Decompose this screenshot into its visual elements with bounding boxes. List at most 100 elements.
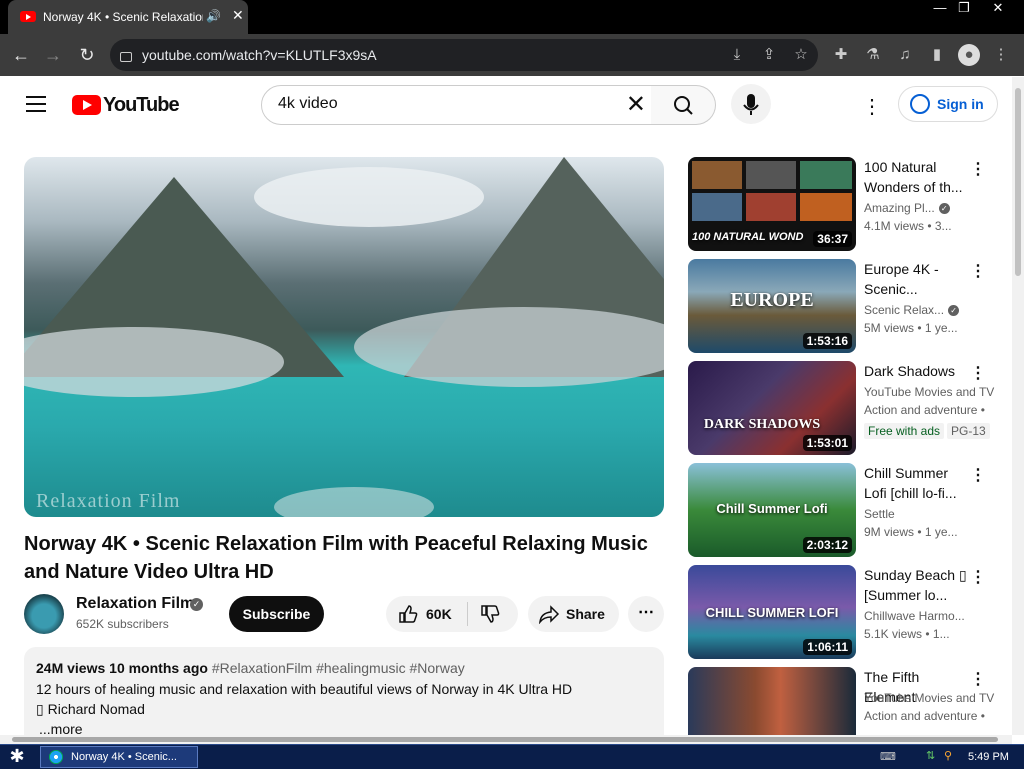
- settings-kebab-icon[interactable]: ⋮: [862, 94, 882, 119]
- related-video[interactable]: 100 NATURAL WOND 36:37 100 Natural Wonde…: [688, 157, 1000, 251]
- video-thumbnail[interactable]: DARK SHADOWS 1:53:01: [688, 361, 856, 455]
- video-thumbnail[interactable]: [688, 667, 856, 735]
- system-tray: ⌨ ⇅ ⚲ 5:49 PM: [872, 746, 1024, 768]
- related-channel[interactable]: YouTube Movies and TV: [864, 385, 1000, 399]
- video-thumbnail[interactable]: Chill Summer Lofi 2:03:12: [688, 463, 856, 557]
- subscribe-button[interactable]: Subscribe: [229, 596, 324, 632]
- browser-icon: [49, 750, 63, 764]
- related-channel[interactable]: Chillwave Harmo...: [864, 609, 1000, 623]
- profile-icon[interactable]: ●: [958, 44, 980, 66]
- related-video[interactable]: DARK SHADOWS 1:53:01 Dark Shadows YouTub…: [688, 361, 1000, 455]
- close-tab-icon[interactable]: ✕: [232, 7, 244, 24]
- speaker-icon[interactable]: 🔊: [206, 9, 221, 23]
- related-channel[interactable]: YouTube Movies and TV: [864, 691, 1000, 705]
- hamburger-menu-icon[interactable]: [26, 96, 46, 112]
- related-video[interactable]: EUROPE 1:53:16 Europe 4K - Scenic... Sce…: [688, 259, 1000, 353]
- video-duration: 1:53:16: [802, 333, 852, 349]
- taskbar-window-item[interactable]: Norway 4K • Scenic...: [40, 746, 198, 768]
- video-thumbnail[interactable]: EUROPE 1:53:16: [688, 259, 856, 353]
- window-close-icon[interactable]: ✕: [982, 0, 1014, 18]
- related-channel[interactable]: Settle: [864, 507, 1000, 521]
- description-box[interactable]: 24M views 10 months ago #RelaxationFilm …: [24, 647, 664, 737]
- search-tray-icon[interactable]: ⚲: [944, 749, 952, 762]
- related-stats: Action and adventure •: [864, 709, 985, 723]
- horizontal-scrollbar-thumb[interactable]: [12, 737, 998, 742]
- description-line: ▯ Richard Nomad: [36, 701, 145, 717]
- verified-badge-icon: ✓: [190, 598, 203, 611]
- account-icon: [910, 94, 930, 114]
- video-duration: 1:53:01: [802, 435, 852, 451]
- share-arrow-icon: [539, 605, 560, 624]
- related-channel: Scenic Relax... ✓: [864, 303, 1000, 317]
- reload-icon[interactable]: ↻: [76, 44, 98, 66]
- video-duration: 1:06:11: [803, 639, 852, 655]
- channel-name[interactable]: Relaxation Film: [76, 595, 194, 613]
- related-title[interactable]: Europe 4K - Scenic...: [864, 259, 970, 299]
- video-options-icon[interactable]: ⋮: [970, 669, 986, 689]
- address-url[interactable]: youtube.com/watch?v=KLUTLF3x9sA: [142, 47, 377, 63]
- related-video[interactable]: CHILL SUMMER LOFI 1:06:11 Sunday Beach ▯…: [688, 565, 1000, 659]
- restore-icon[interactable]: ❐: [948, 0, 980, 18]
- search-button[interactable]: [651, 85, 716, 125]
- microphone-icon: [743, 94, 759, 115]
- related-title[interactable]: Sunday Beach ▯ [Summer lo...: [864, 565, 970, 605]
- video-options-icon[interactable]: ⋮: [970, 567, 986, 587]
- sign-in-button[interactable]: Sign in: [898, 86, 998, 122]
- rating-badge: PG-13: [947, 423, 990, 439]
- youtube-favicon-icon: [20, 11, 36, 22]
- channel-avatar[interactable]: [24, 594, 64, 634]
- search-input[interactable]: 4k video ✕: [261, 85, 653, 125]
- video-thumbnail[interactable]: 100 NATURAL WOND 36:37: [688, 157, 856, 251]
- video-options-icon[interactable]: ⋮: [970, 363, 986, 383]
- share-button[interactable]: Share: [528, 596, 619, 632]
- address-bar[interactable]: youtube.com/watch?v=KLUTLF3x9sA: [110, 39, 818, 71]
- voice-search-button[interactable]: [731, 84, 771, 124]
- chrome-menu-icon[interactable]: ⋮: [990, 44, 1012, 66]
- related-stats: 5M views • 1 ye...: [864, 321, 958, 335]
- related-title[interactable]: 100 Natural Wonders of th...: [864, 157, 970, 197]
- start-menu-icon[interactable]: ✱: [6, 745, 28, 767]
- network-icon[interactable]: ⇅: [926, 749, 935, 762]
- media-queue-icon[interactable]: ♫: [894, 44, 916, 66]
- share-page-icon[interactable]: ⇪: [758, 44, 780, 66]
- scrollbar-thumb[interactable]: [1015, 88, 1021, 276]
- bookmark-star-icon[interactable]: ☆: [790, 44, 812, 66]
- keyboard-icon[interactable]: ⌨: [880, 750, 896, 763]
- video-thumbnail[interactable]: CHILL SUMMER LOFI 1:06:11: [688, 565, 856, 659]
- dislike-icon[interactable]: [480, 604, 500, 624]
- related-channel: Amazing Pl... ✓: [864, 201, 1000, 215]
- related-video[interactable]: The Fifth Element YouTube Movies and TV …: [688, 667, 1000, 735]
- related-title[interactable]: Dark Shadows: [864, 361, 970, 381]
- related-stats: Action and adventure •: [864, 403, 985, 417]
- browser-tab[interactable]: Norway 4K • Scenic Relaxation 🔊 ✕: [8, 0, 248, 34]
- sign-in-label: Sign in: [937, 96, 984, 112]
- video-options-icon[interactable]: ⋮: [970, 159, 986, 179]
- install-icon[interactable]: ⤓: [726, 44, 748, 66]
- video-player[interactable]: Relaxation Film: [24, 157, 664, 517]
- like-icon[interactable]: [398, 604, 418, 624]
- back-icon[interactable]: ←: [10, 44, 32, 66]
- hashtags[interactable]: #RelaxationFilm #healingmusic #Norway: [212, 660, 465, 676]
- like-count[interactable]: 60K: [426, 606, 452, 622]
- thumbnail-text: Chill Summer Lofi: [716, 501, 828, 516]
- more-actions-icon[interactable]: ⋯: [628, 596, 664, 632]
- share-label: Share: [566, 606, 605, 622]
- video-options-icon[interactable]: ⋮: [970, 465, 986, 485]
- subscriber-count: 652K subscribers: [76, 617, 169, 631]
- side-panel-icon[interactable]: ▮: [926, 44, 948, 66]
- video-options-icon[interactable]: ⋮: [970, 261, 986, 281]
- like-dislike-group: 60K: [386, 596, 518, 632]
- extensions-icon[interactable]: ✚: [830, 44, 852, 66]
- labs-icon[interactable]: ⚗: [862, 44, 884, 66]
- related-title[interactable]: Chill Summer Lofi [chill lo-fi...: [864, 463, 970, 503]
- search-icon: [674, 96, 693, 115]
- tab-title: Norway 4K • Scenic Relaxation: [43, 10, 203, 24]
- taskbar-item-label: Norway 4K • Scenic...: [71, 751, 177, 763]
- video-duration: 36:37: [813, 231, 852, 247]
- search-value: 4k video: [278, 95, 338, 112]
- video-title: Norway 4K • Scenic Relaxation Film with …: [24, 533, 648, 583]
- related-video[interactable]: Chill Summer Lofi 2:03:12 Chill Summer L…: [688, 463, 1000, 557]
- forward-icon[interactable]: →: [42, 44, 64, 66]
- description-line: 12 hours of healing music and relaxation…: [36, 681, 573, 697]
- clear-search-icon[interactable]: ✕: [626, 90, 646, 119]
